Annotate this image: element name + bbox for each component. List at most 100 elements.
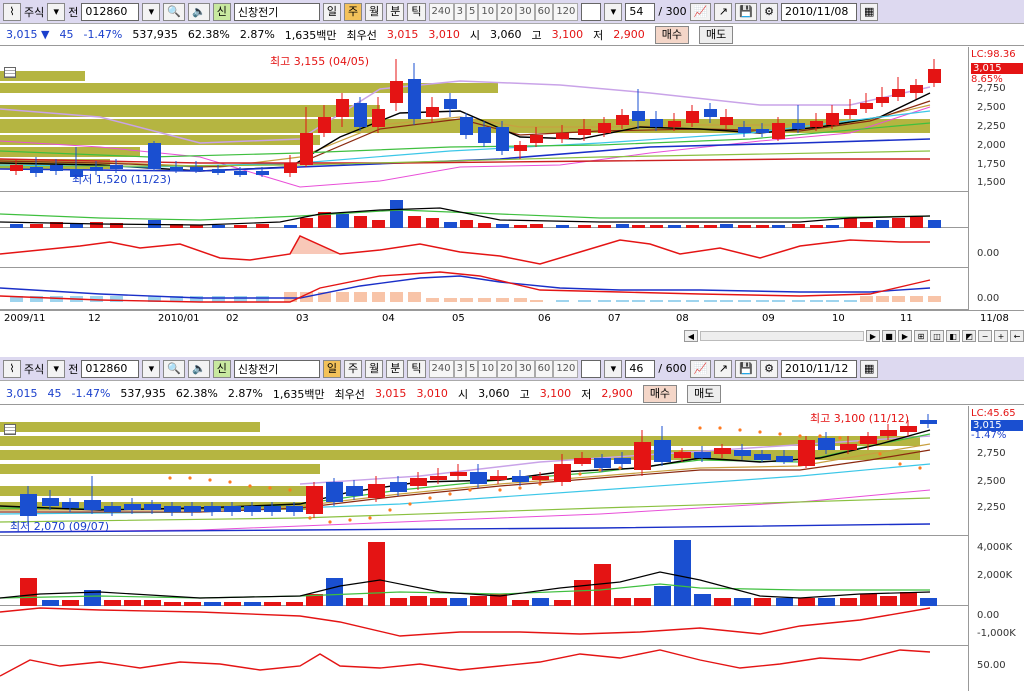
interval-240[interactable]: 240	[428, 359, 454, 378]
line-tool-icon[interactable]: ↗	[714, 2, 733, 21]
period-month[interactable]: 월	[365, 2, 384, 21]
candle	[512, 476, 529, 482]
sell-button[interactable]: 매도	[699, 25, 734, 44]
search-icon[interactable]: 🔍	[163, 2, 186, 21]
chart-icon-2[interactable]: ◧	[946, 330, 960, 342]
interval-60[interactable]: 60	[534, 359, 554, 378]
speaker-icon[interactable]: 🔈	[188, 2, 210, 21]
volume-bar	[20, 578, 37, 606]
count-input[interactable]: 46	[625, 359, 656, 378]
interval-dropdown[interactable]: ▾	[604, 359, 623, 378]
chart-type-icon[interactable]: ⌇	[3, 359, 21, 378]
table-icon[interactable]	[4, 424, 16, 435]
scroll-left-icon[interactable]: ◀	[684, 330, 698, 342]
period-week[interactable]: 주	[344, 2, 363, 21]
settings-icon[interactable]: ⚙	[760, 2, 779, 21]
top-volume-chart[interactable]	[0, 192, 968, 228]
info-ratio1: 62.38%	[175, 387, 218, 400]
save-icon[interactable]: 💾	[735, 359, 758, 378]
play-icon[interactable]: ▶	[898, 330, 912, 342]
save-icon[interactable]: 💾	[735, 2, 758, 21]
chart-icon-1[interactable]: ◫	[930, 330, 944, 342]
info-volume: 537,935	[132, 28, 178, 41]
interval-30[interactable]: 30	[515, 359, 535, 378]
period-tick[interactable]: 틱	[407, 2, 426, 21]
candle	[738, 127, 751, 133]
chart-type-icon[interactable]: ⌇	[3, 2, 21, 21]
code-dropdown[interactable]: ▾	[142, 359, 161, 378]
info-amount: 1,635백만	[272, 387, 325, 401]
macd-bar	[234, 296, 247, 302]
calendar-icon[interactable]: ▦	[860, 359, 879, 378]
candle	[844, 109, 857, 115]
candle	[720, 117, 733, 125]
interval-20[interactable]: 20	[497, 359, 516, 378]
top-indicator1-chart[interactable]	[0, 228, 968, 268]
bottom-price-chart[interactable]: 최고 3,100 (11/12) 최저 2,070 (09/07)	[0, 406, 968, 536]
scroll-track[interactable]	[700, 331, 864, 341]
period-day[interactable]: 일	[322, 359, 342, 378]
interval-120[interactable]: 120	[553, 359, 579, 378]
interval-3[interactable]: 3	[453, 359, 466, 378]
interval-10[interactable]: 10	[478, 2, 498, 21]
code-dropdown[interactable]: ▾	[142, 2, 161, 21]
parabolic-dot	[838, 436, 842, 440]
period-day[interactable]: 일	[322, 2, 342, 21]
period-month[interactable]: 월	[365, 359, 384, 378]
date-input[interactable]: 2010/11/08	[781, 2, 858, 21]
calendar-icon[interactable]: ▦	[860, 2, 879, 21]
search-icon[interactable]: 🔍	[163, 359, 186, 378]
interval-240[interactable]: 240	[428, 2, 454, 21]
settings-icon[interactable]: ⚙	[760, 359, 779, 378]
interval-dropdown[interactable]: ▾	[604, 2, 623, 21]
interval-input[interactable]	[581, 359, 602, 378]
top-price-chart[interactable]: 최고 3,155 (04/05) 최저 1,520 (11/23)	[0, 47, 968, 192]
zoom-icon[interactable]: ⊞	[914, 330, 928, 342]
interval-5[interactable]: 5	[466, 2, 479, 21]
arrow-left-icon[interactable]: ←	[1010, 330, 1024, 342]
interval-10[interactable]: 10	[478, 359, 498, 378]
interval-60[interactable]: 60	[534, 2, 554, 21]
interval-120[interactable]: 120	[553, 2, 579, 21]
buy-button[interactable]: 매수	[654, 25, 690, 44]
macd-bar	[892, 296, 905, 302]
candle	[900, 426, 917, 432]
candle	[430, 476, 447, 480]
volume-bar	[754, 598, 771, 606]
indicator-icon[interactable]: 📈	[689, 2, 712, 21]
code-input[interactable]: 012860	[81, 359, 140, 378]
parabolic-dot	[268, 486, 272, 490]
minus-icon[interactable]: −	[978, 330, 992, 342]
interval-3[interactable]: 3	[453, 2, 466, 21]
period-minute[interactable]: 분	[386, 359, 405, 378]
bottom-indicator2-chart[interactable]	[0, 646, 968, 691]
stop-icon[interactable]: ■	[882, 330, 896, 342]
bottom-volume-chart[interactable]	[0, 536, 968, 606]
period-tick[interactable]: 틱	[407, 359, 426, 378]
market-dropdown[interactable]: ▾	[47, 2, 66, 21]
scroll-right-icon[interactable]: ▶	[866, 330, 880, 342]
volume-bar	[840, 598, 857, 606]
table-icon[interactable]	[4, 67, 16, 78]
count-input[interactable]: 54	[625, 2, 656, 21]
interval-input[interactable]	[581, 2, 602, 21]
volume-bar	[300, 218, 313, 228]
sell-button[interactable]: 매도	[687, 384, 722, 403]
market-dropdown[interactable]: ▾	[47, 359, 66, 378]
line-tool-icon[interactable]: ↗	[714, 359, 733, 378]
code-input[interactable]: 012860	[81, 2, 140, 21]
plus-icon[interactable]: +	[994, 330, 1008, 342]
date-input[interactable]: 2010/11/12	[781, 359, 858, 378]
period-week[interactable]: 주	[344, 359, 363, 378]
interval-30[interactable]: 30	[515, 2, 535, 21]
indicator-icon[interactable]: 📈	[689, 359, 712, 378]
chart-icon-3[interactable]: ◩	[962, 330, 976, 342]
speaker-icon[interactable]: 🔈	[188, 359, 210, 378]
bottom-indicator2-axis: 50.00	[968, 646, 1024, 691]
buy-button[interactable]: 매수	[642, 384, 678, 403]
top-indicator2-chart[interactable]	[0, 268, 968, 310]
period-minute[interactable]: 분	[386, 2, 405, 21]
interval-5[interactable]: 5	[466, 359, 479, 378]
bottom-indicator1-chart[interactable]	[0, 606, 968, 646]
interval-20[interactable]: 20	[497, 2, 516, 21]
